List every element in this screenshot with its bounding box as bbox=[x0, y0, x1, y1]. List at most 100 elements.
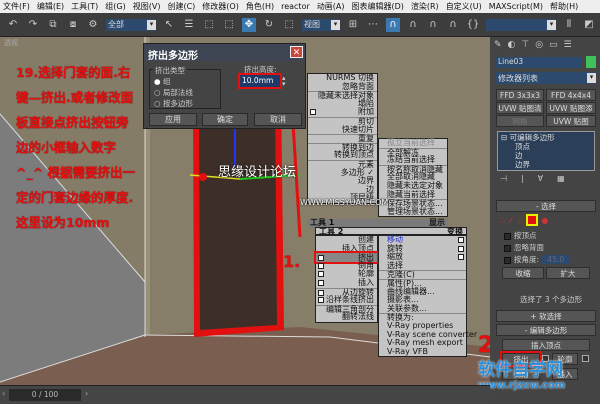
grow-button[interactable]: 扩大 bbox=[546, 267, 590, 279]
edit-named-sel-icon[interactable]: {} bbox=[466, 18, 480, 32]
menu-character[interactable]: 角色(H) bbox=[246, 1, 274, 12]
select-icon[interactable]: ↖ bbox=[162, 18, 176, 32]
menu-item[interactable]: 插入 bbox=[316, 278, 377, 288]
uvw-add-button[interactable]: UVW 贴图添加 bbox=[546, 102, 596, 124]
menu-modifiers[interactable]: 修改器(O) bbox=[202, 1, 239, 12]
align-icon[interactable]: ◩ bbox=[582, 18, 596, 32]
bind-space-warp-icon[interactable]: ⚙ bbox=[86, 18, 100, 32]
ok-button[interactable]: 确定 bbox=[202, 113, 248, 126]
polygon-mode-icon[interactable] bbox=[526, 214, 539, 226]
menu-item[interactable]: 快速切片 bbox=[308, 125, 377, 135]
menu-maxscript[interactable]: MAXScript(M) bbox=[489, 2, 543, 11]
edge-mode-icon[interactable]: ⁄ bbox=[510, 216, 511, 225]
stack-item-vertex[interactable]: 顶点 bbox=[501, 142, 591, 151]
menu-item[interactable]: 隐藏当前选择 bbox=[379, 190, 447, 200]
element-mode-icon[interactable]: ● bbox=[541, 216, 548, 225]
angle-snap-icon[interactable]: ∩ bbox=[406, 18, 420, 32]
dialog-title-bar[interactable]: 挤出多边形 ✕ bbox=[144, 44, 305, 62]
radio-group[interactable]: ● 组 bbox=[154, 76, 216, 87]
settings-box-icon[interactable] bbox=[318, 297, 324, 304]
insert-vertex-button[interactable]: 插入顶点 bbox=[502, 339, 590, 351]
make-unique-icon[interactable]: ∀ bbox=[538, 174, 543, 183]
menu-item[interactable]: 冻结当前选择 bbox=[379, 155, 447, 165]
radio-local-normal[interactable]: ○ 局部法线 bbox=[154, 87, 216, 98]
height-spinner[interactable]: ▴ ▾ bbox=[282, 75, 286, 88]
link-icon[interactable]: ⧉ bbox=[46, 18, 60, 32]
undo-icon[interactable]: ↶ bbox=[6, 18, 20, 32]
menu-item[interactable]: V-Ray VFB bbox=[379, 347, 466, 357]
stack-item-editable-poly[interactable]: ⊟ 可编辑多边形 bbox=[501, 133, 591, 142]
menu-item[interactable]: 插入顶点 bbox=[316, 244, 377, 254]
selection-rollout[interactable]: - 选择 bbox=[496, 200, 596, 212]
cancel-button[interactable]: 取消 bbox=[254, 113, 302, 126]
frame-slider[interactable]: 0 / 100 bbox=[9, 389, 81, 401]
shrink-button[interactable]: 收缩 bbox=[502, 267, 544, 279]
settings-box-icon[interactable] bbox=[318, 279, 324, 286]
settings-box-icon[interactable] bbox=[458, 245, 464, 252]
pin-stack-icon[interactable]: ⊣ bbox=[500, 174, 507, 183]
hierarchy-tab-icon[interactable]: ⊤ bbox=[521, 40, 529, 50]
radio-by-polygon[interactable]: ○ 按多边形 bbox=[154, 98, 216, 109]
soft-selection-rollout[interactable]: + 软选择 bbox=[496, 310, 596, 322]
manipulate-icon[interactable]: ⋯ bbox=[366, 18, 380, 32]
by-vertex-checkbox[interactable]: 按顶点 bbox=[504, 230, 570, 242]
mesh-button[interactable]: 网格 bbox=[496, 115, 544, 127]
menu-item[interactable]: 克隆(C) bbox=[379, 270, 466, 279]
edit-polygons-rollout[interactable]: - 编辑多边形 bbox=[496, 324, 596, 336]
unlink-icon[interactable]: ⧇ bbox=[66, 18, 80, 32]
object-color-swatch[interactable] bbox=[586, 56, 596, 68]
rect-selection-icon[interactable]: ⬚ bbox=[202, 18, 216, 32]
menu-group[interactable]: 组(G) bbox=[105, 1, 125, 12]
reference-coord-dropdown[interactable]: 视图 ▾ bbox=[302, 18, 340, 31]
percent-snap-icon[interactable]: ∩ bbox=[426, 18, 440, 32]
settings-box-icon[interactable] bbox=[458, 254, 464, 261]
ffd4-button[interactable]: FFD 4x4x4 bbox=[546, 89, 596, 101]
display-tab-icon[interactable]: ▭ bbox=[549, 40, 558, 50]
settings-box-icon[interactable] bbox=[458, 237, 464, 243]
mirror-icon[interactable]: ⫴ bbox=[562, 18, 576, 32]
named-selection-dropdown[interactable]: ▾ bbox=[486, 18, 556, 31]
menu-item[interactable]: 重复 bbox=[308, 134, 377, 143]
prev-frame-icon[interactable]: ‹ bbox=[2, 389, 5, 398]
apply-button[interactable]: 应用 bbox=[149, 113, 197, 126]
menu-item[interactable]: 沿样条线挤出 bbox=[316, 295, 377, 305]
stack-item-border[interactable]: 边界 bbox=[501, 160, 591, 169]
scale-icon[interactable]: ⬚ bbox=[282, 18, 296, 32]
redo-icon[interactable]: ↷ bbox=[26, 18, 40, 32]
modifier-list-dropdown[interactable]: 修改器列表 ▾ bbox=[496, 72, 596, 84]
settings-box-icon[interactable] bbox=[318, 255, 324, 262]
settings-box-icon[interactable] bbox=[310, 109, 316, 116]
selection-filter-dropdown[interactable]: 全部 ▾ bbox=[106, 18, 156, 31]
menu-file[interactable]: 文件(F) bbox=[3, 1, 30, 12]
extrusion-height-input[interactable]: 10.0mm bbox=[238, 73, 282, 89]
uvw-clear-button[interactable]: UVW 贴图清除 bbox=[496, 102, 544, 124]
select-by-name-icon[interactable]: ☰ bbox=[182, 18, 196, 32]
object-name-input[interactable]: Line03 bbox=[496, 57, 582, 68]
motion-tab-icon[interactable]: ◎ bbox=[535, 40, 543, 50]
menu-graph-editors[interactable]: 图表编辑器(D) bbox=[351, 1, 403, 12]
menu-animation[interactable]: 动画(A) bbox=[317, 1, 345, 12]
menu-customize[interactable]: 自定义(U) bbox=[446, 1, 482, 12]
border-mode-icon[interactable]: ◌ bbox=[516, 216, 523, 225]
menu-item[interactable]: 忽略背面 bbox=[308, 82, 377, 92]
utilities-tab-icon[interactable]: ☰ bbox=[564, 40, 572, 50]
menu-item[interactable]: 附加 bbox=[308, 108, 377, 117]
menu-item[interactable]: 孤立当前选择 bbox=[379, 138, 447, 148]
stack-item-edge[interactable]: 边 bbox=[501, 151, 591, 160]
settings-box-icon[interactable] bbox=[318, 289, 324, 296]
menu-rendering[interactable]: 渲染(R) bbox=[411, 1, 439, 12]
menu-views[interactable]: 视图(V) bbox=[133, 1, 161, 12]
menu-item[interactable]: 管理场景状态... bbox=[379, 207, 447, 217]
vertex-mode-icon[interactable]: ∴ bbox=[500, 216, 505, 225]
menu-help[interactable]: 帮助(H) bbox=[550, 1, 578, 12]
spinner-snap-icon[interactable]: ∩ bbox=[446, 18, 460, 32]
show-end-result-icon[interactable]: | bbox=[521, 174, 524, 183]
snap-icon[interactable]: ∩ bbox=[386, 17, 400, 32]
menu-item[interactable]: 翻转法线 bbox=[316, 313, 377, 322]
create-tab-icon[interactable]: ✎ bbox=[494, 40, 502, 50]
rotate-icon[interactable]: ↻ bbox=[262, 18, 276, 32]
viewport-label[interactable]: 透视 bbox=[4, 38, 18, 48]
settings-box-icon[interactable] bbox=[318, 271, 324, 278]
settings-box-icon[interactable] bbox=[318, 262, 324, 269]
close-icon[interactable]: ✕ bbox=[290, 46, 303, 58]
